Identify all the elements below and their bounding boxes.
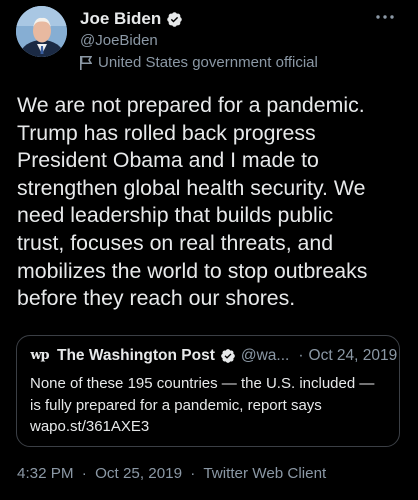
- tweet-text-line: Trump has rolled back progress: [17, 120, 316, 145]
- tweet-text-line: President Obama and I made to: [17, 148, 319, 173]
- tweet-metadata: 4:32 PM · Oct 25, 2019 · Twitter Web Cli…: [17, 465, 326, 482]
- tweet-text-line: We are not prepared for a pandemic.: [17, 93, 365, 117]
- author-avatar[interactable]: [16, 6, 67, 57]
- quoted-tweet-line: is fully prepared for a pandemic, report…: [30, 396, 322, 414]
- tweet-time[interactable]: 4:32 PM: [17, 465, 74, 482]
- tweet-date[interactable]: Oct 25, 2019: [95, 465, 182, 482]
- separator-dot: ·: [190, 465, 196, 482]
- washington-post-logo-icon: wp: [30, 348, 49, 363]
- tweet-text-line: trust, focuses on real threats, and: [17, 230, 334, 255]
- author-handle[interactable]: @JoeBiden: [80, 32, 158, 49]
- tweet-text: We are not prepared for a pandemic. Trum…: [17, 92, 413, 313]
- flag-icon: [80, 55, 92, 70]
- verified-badge-icon: [220, 348, 236, 364]
- quoted-tweet-header: wp The Washington Post @wa... · Oct 24, …: [30, 346, 397, 365]
- tweet-client[interactable]: Twitter Web Client: [203, 465, 326, 482]
- separator-dot: ·: [81, 465, 87, 482]
- quoted-tweet-link[interactable]: wapo.st/361AXE3: [30, 416, 395, 438]
- quoted-tweet-text: None of these 195 countries — the U.S. i…: [30, 373, 395, 438]
- author-name-row: Joe Biden: [80, 9, 183, 29]
- government-label: United States government official: [80, 54, 318, 71]
- tweet-text-line: mobilizes the world to stop outbreaks: [17, 258, 368, 283]
- verified-badge-icon: [166, 11, 183, 28]
- more-options-button[interactable]: [370, 8, 400, 26]
- tweet-text-line: before they reach our shores.: [17, 286, 296, 311]
- more-options-icon: [376, 15, 394, 19]
- tweet-text-line: strengthen global health security. We: [17, 175, 366, 200]
- government-label-text: United States government official: [98, 54, 318, 71]
- avatar-image: [16, 6, 67, 57]
- quoted-tweet-date[interactable]: Oct 24, 2019: [309, 347, 398, 365]
- author-display-name[interactable]: Joe Biden: [80, 9, 161, 29]
- separator-dot: ·: [298, 346, 304, 364]
- quoted-tweet-line: None of these 195 countries — the U.S. i…: [30, 375, 375, 392]
- quoted-author-handle[interactable]: @wa...: [241, 347, 289, 365]
- quoted-author-name[interactable]: The Washington Post: [57, 347, 215, 365]
- tweet-text-line: need leadership that builds public: [17, 203, 334, 228]
- quoted-tweet-card[interactable]: wp The Washington Post @wa... · Oct 24, …: [16, 335, 400, 447]
